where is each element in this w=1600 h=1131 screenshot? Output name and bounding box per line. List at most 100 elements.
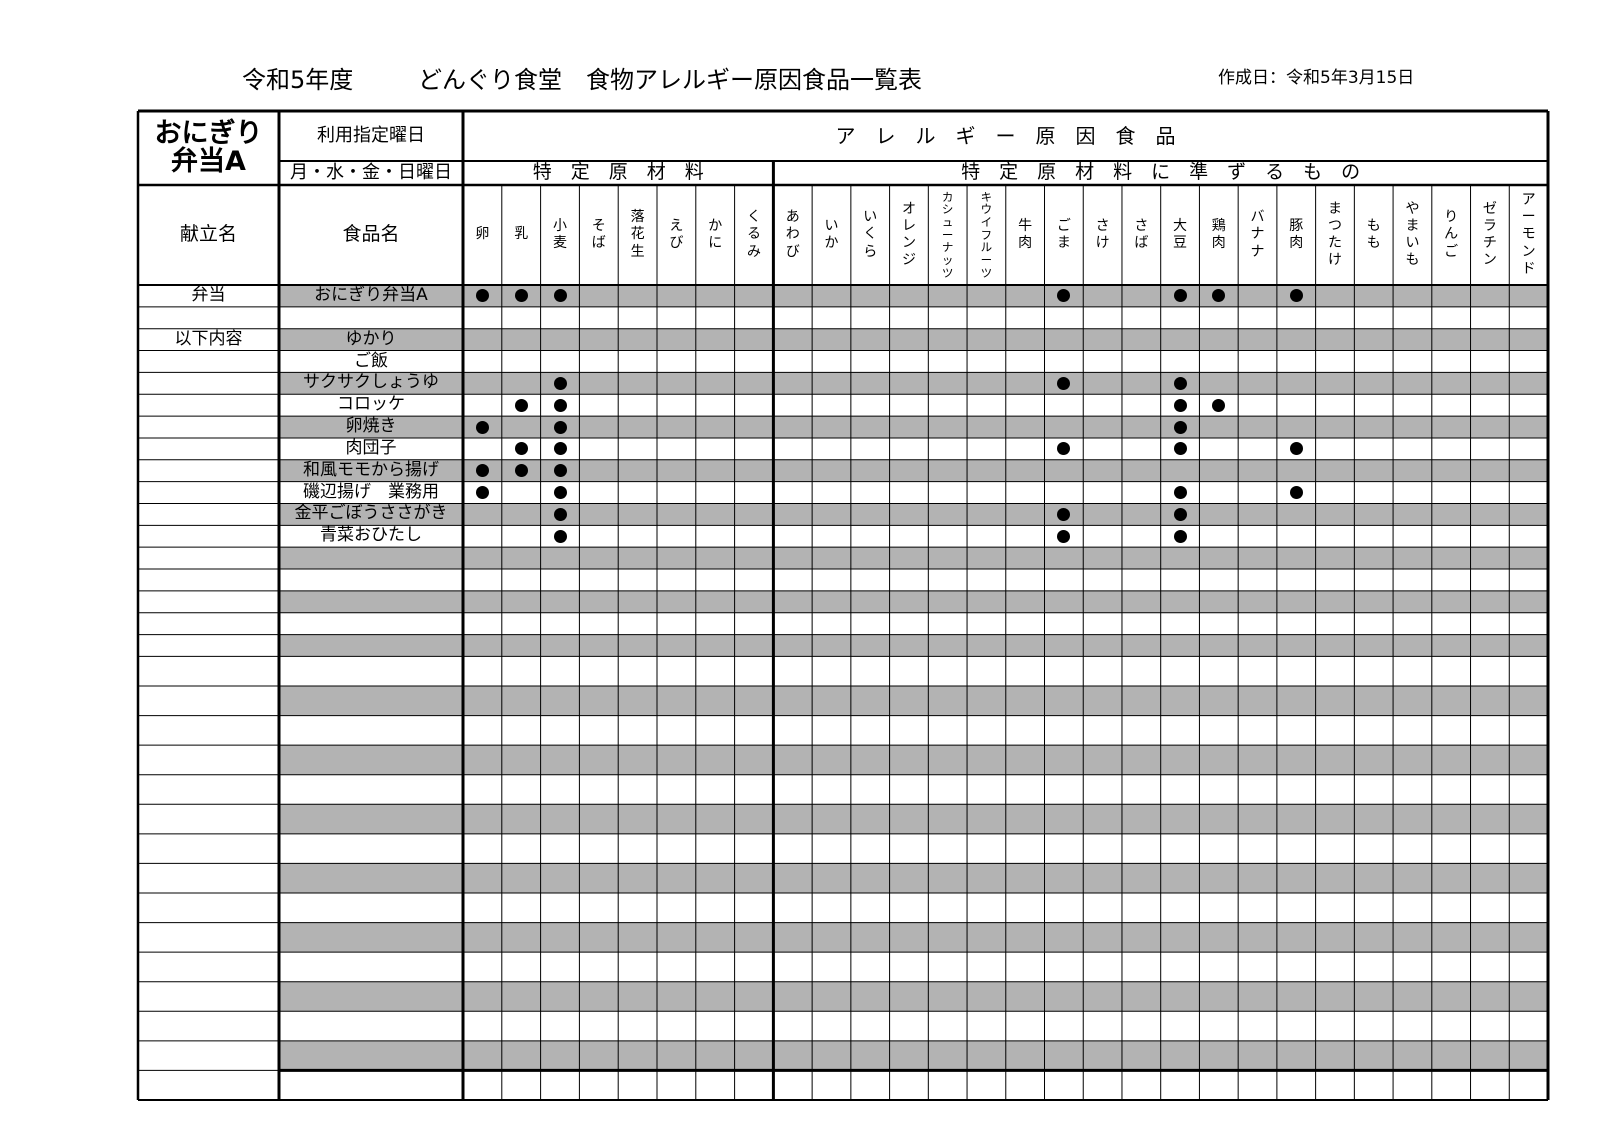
menu-name-cell — [138, 307, 279, 329]
food-name-cell: おにぎり弁当A — [314, 285, 428, 305]
allergen-column-header: も も — [1366, 217, 1381, 251]
allergen-mark — [553, 464, 567, 478]
column-food-name: 食品名 — [342, 223, 400, 246]
food-name-cell — [279, 893, 463, 923]
allergen-column-header: 乳 — [514, 226, 529, 243]
menu-name-cell — [138, 863, 279, 893]
allergen-mark — [1289, 486, 1303, 500]
menu-name-cell — [138, 503, 279, 525]
food-name-cell — [279, 547, 463, 569]
menu-name-cell — [138, 716, 279, 746]
allergen-column-header: 卵 — [475, 226, 490, 243]
allergen-mark — [553, 289, 567, 303]
food-name-cell — [279, 1070, 463, 1100]
food-name-cell: 磯辺揚げ 業務用 — [303, 481, 439, 502]
allergen-column-header: ご ま — [1056, 217, 1071, 251]
allergen-mark — [475, 486, 489, 500]
allergen-column-header: カ シ ュ ー ナ ッ ツ — [941, 189, 954, 280]
group-equivalent-header: 特 定 原 材 料 に 準 ず る も の — [961, 161, 1361, 184]
food-name-cell — [279, 982, 463, 1012]
menu-name-cell — [138, 591, 279, 613]
allergen-column-header: や ま い も — [1405, 200, 1420, 269]
food-name-cell: 肉団子 — [345, 437, 397, 458]
allergen-column-header: か に — [708, 217, 723, 251]
allergen-column-header: 落 花 生 — [630, 209, 645, 260]
allergen-mark — [1173, 529, 1187, 543]
allergen-column-header: ア ー モ ン ド — [1521, 192, 1536, 277]
allergen-mark — [1173, 289, 1187, 303]
food-name-cell — [279, 804, 463, 834]
usage-days: 月・水・金・日曜日 — [290, 161, 452, 183]
fiscal-year: 令和5年度 — [242, 66, 354, 94]
food-name-cell: コロッケ — [337, 394, 405, 415]
menu-name-cell — [138, 893, 279, 923]
menu-name-cell — [138, 351, 279, 373]
allergen-column-header: 牛 肉 — [1018, 217, 1033, 251]
menu-name-cell — [138, 656, 279, 686]
allergen-column-header: そ ば — [591, 217, 606, 251]
allergen-column-header: 小 麦 — [552, 217, 567, 251]
allergen-column-header: オ レ ン ジ — [901, 200, 916, 269]
food-name-cell: 金平ごぼうささがき — [294, 503, 448, 524]
menu-name-cell — [138, 438, 279, 460]
menu-title-line2: 弁当A — [171, 146, 246, 177]
food-name-cell — [279, 591, 463, 613]
menu-name-cell — [138, 460, 279, 482]
menu-name-cell: 以下内容 — [174, 328, 243, 349]
menu-name-cell — [138, 416, 279, 438]
allergen-column-header: え び — [669, 217, 684, 251]
food-name-cell: サクサクしょうゆ — [303, 372, 439, 393]
allergen-column-header: さ ば — [1134, 217, 1149, 251]
allergen-header: ア レ ル ギ ー 原 因 食 品 — [835, 123, 1176, 148]
menu-title: おにぎり 弁当A — [138, 111, 279, 185]
menu-name-cell — [138, 923, 279, 953]
allergen-mark — [553, 376, 567, 390]
allergen-mark — [1212, 398, 1226, 412]
menu-title-line1: おにぎり — [154, 117, 263, 149]
menu-name-cell — [138, 804, 279, 834]
menu-name-cell — [138, 1011, 279, 1041]
menu-name-cell: 弁当 — [191, 285, 226, 305]
food-name-cell — [279, 716, 463, 746]
menu-name-cell — [138, 613, 279, 635]
menu-name-cell — [138, 1070, 279, 1100]
food-name-cell: ご飯 — [354, 350, 388, 371]
page-title: どんぐり食堂 食物アレルギー原因食品一覧表 — [418, 66, 922, 94]
food-name-cell — [279, 1011, 463, 1041]
food-name-cell: 青菜おひたし — [320, 525, 422, 546]
menu-name-cell — [138, 834, 279, 864]
allergen-mark — [553, 486, 567, 500]
food-name-cell — [279, 952, 463, 982]
menu-name-cell — [138, 569, 279, 591]
food-name-cell — [279, 569, 463, 591]
group-specified-header: 特 定 原 材 料 — [532, 161, 704, 184]
allergen-mark — [1173, 486, 1187, 500]
food-name-cell — [279, 613, 463, 635]
allergen-mark — [514, 464, 528, 478]
menu-name-cell — [138, 525, 279, 547]
allergen-mark — [1173, 442, 1187, 456]
food-name-cell: 卵焼き — [345, 416, 397, 437]
menu-name-cell — [138, 952, 279, 982]
food-name-cell — [279, 1041, 463, 1071]
usage-day-label: 利用指定曜日 — [317, 124, 425, 146]
allergen-mark — [1173, 376, 1187, 390]
food-name-cell: 和風モモから揚げ — [303, 459, 439, 480]
allergen-column-header: 鶏 肉 — [1211, 217, 1226, 251]
allergen-column-header: く る み — [746, 209, 761, 260]
food-name-cell — [279, 923, 463, 953]
allergen-column-header: あ わ び — [785, 209, 800, 260]
menu-name-cell — [138, 482, 279, 504]
created-date: 作成日：令和5年3月15日 — [1218, 68, 1415, 88]
column-menu-name: 献立名 — [179, 223, 237, 246]
food-name-cell — [279, 635, 463, 657]
allergen-mark — [1173, 420, 1187, 434]
allergen-column-header: さ け — [1095, 217, 1110, 251]
allergen-mark — [553, 507, 567, 521]
allergen-column-header: 大 豆 — [1173, 217, 1188, 251]
menu-name-cell — [138, 775, 279, 805]
allergen-column-header: い か — [824, 217, 839, 251]
food-name-cell — [279, 834, 463, 864]
allergen-column-header: キ ウ イ フ ル ー ツ — [980, 189, 993, 280]
allergen-mark — [514, 442, 528, 456]
